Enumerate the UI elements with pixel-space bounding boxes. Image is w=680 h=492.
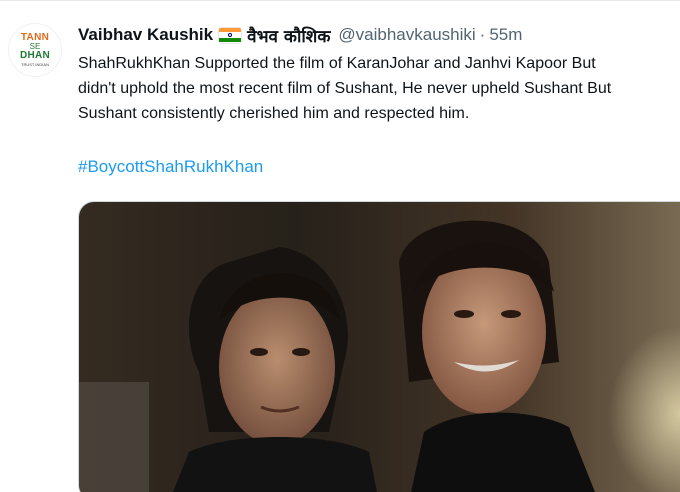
tweet-text-line: didn't uphold the most recent film of Su… xyxy=(78,80,612,97)
author-name-hindi[interactable]: वैभव कौशिक xyxy=(247,24,330,47)
separator-dot: · xyxy=(479,25,486,44)
tweet-text: ShahRukhKhan Supported the film of Karan… xyxy=(78,51,680,126)
tweet-text-line: ShahRukhKhan Supported the film of Karan… xyxy=(78,55,596,72)
hashtag-link[interactable]: #BoycottShahRukhKhan xyxy=(78,157,263,177)
india-flag-icon xyxy=(219,27,242,43)
tweet[interactable]: TANN SE DHAN TRUST INDIAN Vaibhav Kaushi… xyxy=(0,0,680,492)
tweet-header: Vaibhav Kaushik वैभव कौशिक @vaibhavkaush… xyxy=(78,23,522,47)
photo-image xyxy=(79,202,680,492)
author-handle[interactable]: @vaibhavkaushiki xyxy=(338,25,475,45)
avatar-text-line3: TRUST INDIAN xyxy=(21,62,49,67)
tweet-photo[interactable] xyxy=(78,201,680,492)
tweet-text-line: Sushant consistently cherished him and r… xyxy=(78,105,470,122)
avatar-text-line2: DHAN xyxy=(19,50,51,61)
author-display-name[interactable]: Vaibhav Kaushik xyxy=(78,25,213,45)
tweet-timestamp[interactable]: 55m xyxy=(489,25,522,45)
avatar[interactable]: TANN SE DHAN TRUST INDIAN xyxy=(8,23,62,77)
